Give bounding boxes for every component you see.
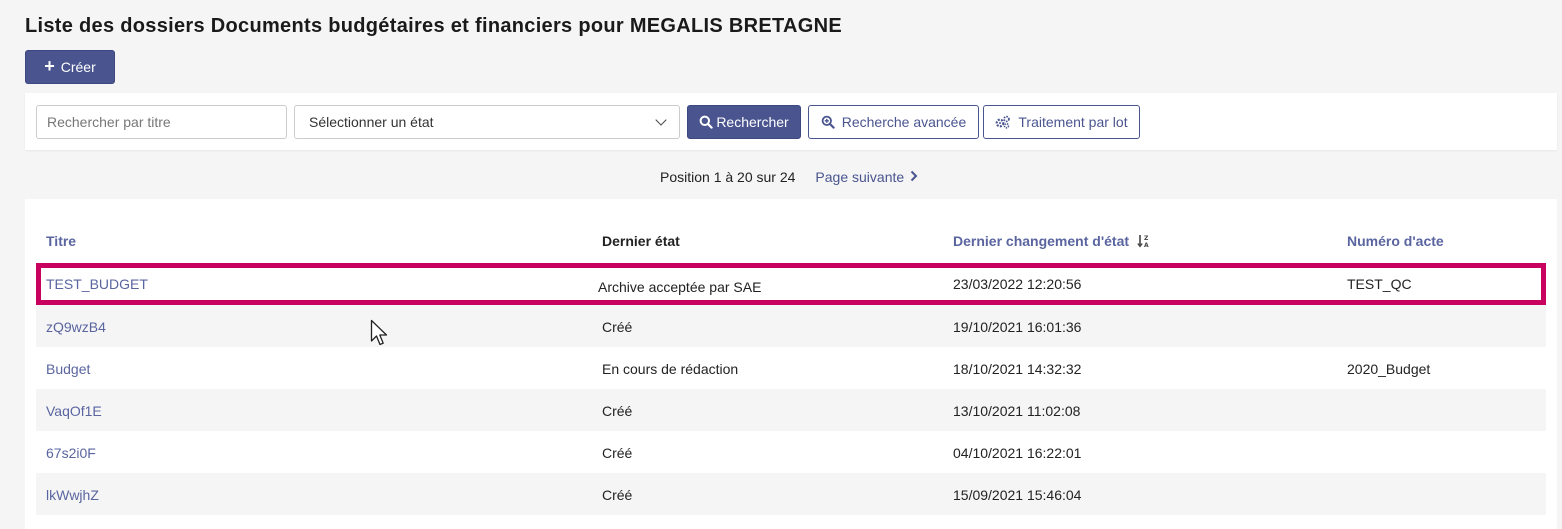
gears-icon [995, 115, 1011, 129]
row-state: Créé [602, 487, 633, 503]
create-button[interactable]: + Créer [25, 50, 115, 84]
advanced-search-button[interactable]: Recherche avancée [808, 105, 979, 139]
table-row: 67s2i0F Créé 04/10/2021 16:22:01 [36, 431, 1546, 473]
row-state: En cours de rédaction [602, 361, 739, 377]
table-row: zQ9wzB4 Créé 19/10/2021 16:01:36 [36, 305, 1546, 347]
row-title-link[interactable]: 67s2i0F [46, 445, 96, 461]
state-select-value: Sélectionner un état [309, 114, 434, 130]
chevron-right-icon [910, 169, 918, 185]
sort-alpha-desc-icon: ZA [1137, 234, 1151, 251]
svg-text:A: A [1144, 242, 1149, 248]
batch-processing-label: Traitement par lot [1018, 114, 1128, 130]
state-select[interactable]: Sélectionner un état [294, 105, 680, 139]
next-page-label: Page suivante [815, 169, 905, 185]
advanced-search-label: Recherche avancée [841, 114, 967, 130]
pagination: Position 1 à 20 sur 24 Page suivante [660, 168, 918, 186]
batch-processing-button[interactable]: Traitement par lot [983, 105, 1140, 139]
column-header-dernier-changement[interactable]: Dernier changement d'état ZA [953, 233, 1151, 251]
table-row: lkWwjhZ Créé 15/09/2021 15:46:04 [36, 473, 1546, 515]
row-date: 19/10/2021 16:01:36 [953, 319, 1082, 335]
row-title-link[interactable]: Budget [46, 361, 90, 377]
row-date: 13/10/2021 11:02:08 [953, 403, 1081, 419]
mouse-cursor-icon [370, 319, 390, 352]
column-header-numero-acte[interactable]: Numéro d'acte [1347, 233, 1444, 249]
row-date: 18/10/2021 14:32:32 [953, 361, 1082, 377]
row-state: Archive acceptée par SAE [598, 279, 762, 295]
row-state: Créé [602, 403, 633, 419]
search-icon [699, 115, 714, 129]
row-title-link[interactable]: VaqOf1E [46, 403, 102, 419]
column-header-titre[interactable]: Titre [46, 233, 76, 249]
row-date: 04/10/2021 16:22:01 [953, 445, 1082, 461]
row-title-link[interactable]: lkWwjhZ [46, 487, 99, 503]
row-act-number: 2020_Budget [1347, 361, 1431, 377]
row-state: Créé [602, 319, 633, 335]
search-button-label: Rechercher [716, 114, 789, 130]
table-row: Budget En cours de rédaction 18/10/2021 … [36, 347, 1546, 389]
row-title-link[interactable]: zQ9wzB4 [46, 319, 106, 335]
row-date: 15/09/2021 15:46:04 [953, 487, 1082, 503]
search-button[interactable]: Rechercher [687, 105, 801, 139]
column-header-dernier-changement-label: Dernier changement d'état [953, 233, 1130, 249]
results-table: Titre Dernier état Dernier changement d'… [25, 199, 1557, 529]
next-page-link[interactable]: Page suivante [815, 169, 918, 185]
table-body: TEST_BUDGET Archive acceptée par SAE 23/… [36, 263, 1546, 515]
chevron-down-icon [655, 114, 667, 126]
row-act-number: TEST_QC [1347, 276, 1412, 292]
search-plus-icon [821, 115, 835, 129]
row-date: 23/03/2022 12:20:56 [953, 276, 1082, 292]
plus-icon: + [44, 56, 55, 76]
pagination-position: Position 1 à 20 sur 24 [660, 169, 796, 185]
create-button-label: Créer [60, 59, 96, 75]
search-title-input[interactable] [36, 105, 287, 139]
page-title: Liste des dossiers Documents budgétaires… [25, 15, 843, 37]
table-row: VaqOf1E Créé 13/10/2021 11:02:08 [36, 389, 1546, 431]
svg-text:Z: Z [1144, 235, 1149, 242]
column-header-dernier-etat: Dernier état [602, 233, 680, 249]
table-header: Titre Dernier état Dernier changement d'… [36, 227, 1546, 257]
row-state: Créé [602, 445, 633, 461]
row-title-link[interactable]: TEST_BUDGET [46, 276, 148, 292]
table-row: TEST_BUDGET Archive acceptée par SAE 23/… [36, 263, 1546, 305]
search-panel: Sélectionner un état Rechercher Recherch… [25, 93, 1557, 150]
